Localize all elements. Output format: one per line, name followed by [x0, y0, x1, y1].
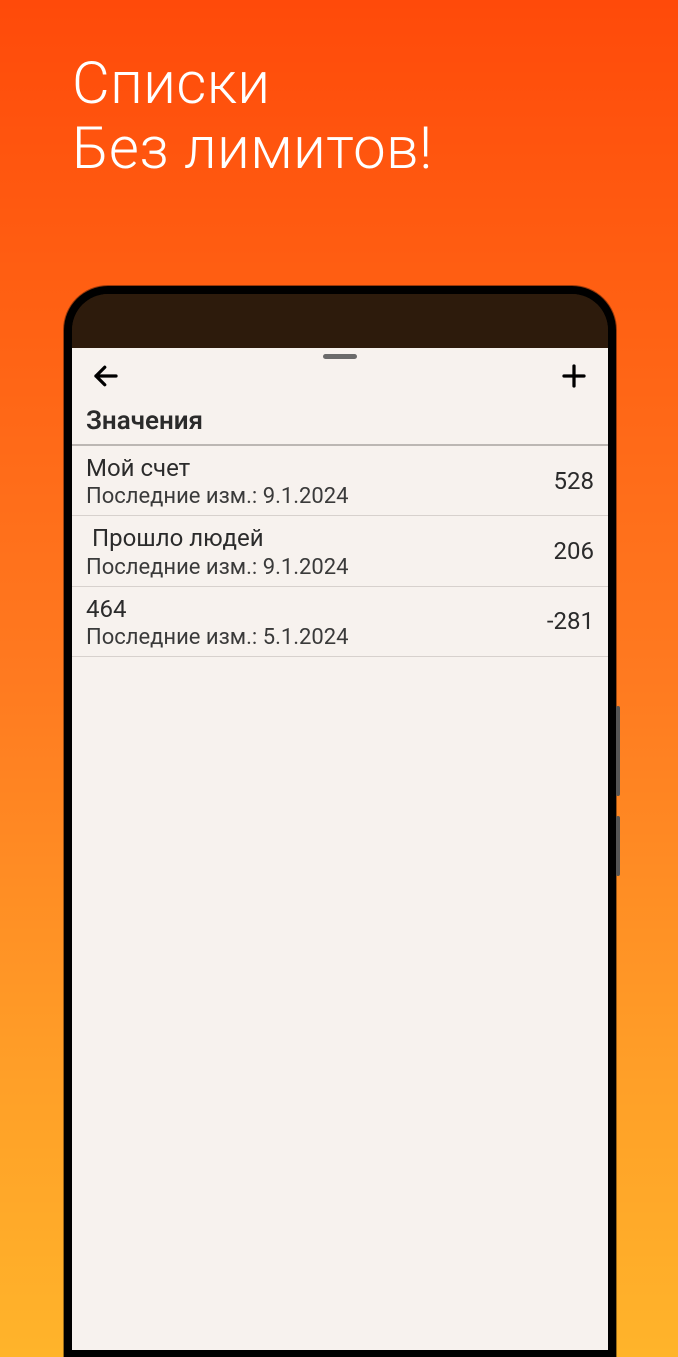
list-item[interactable]: 464Последние изм.: 5.1.2024 -281	[72, 587, 608, 657]
drag-handle[interactable]	[323, 354, 357, 359]
app-screen: Значения Мой счетПоследние изм.: 9.1.202…	[72, 348, 608, 1350]
phone-inner: Значения Мой счетПоследние изм.: 9.1.202…	[72, 294, 608, 1350]
promo-headline: Списки Без лимитов!	[72, 52, 433, 182]
list-item-title: 464	[86, 593, 349, 625]
list-item-subtitle: Последние изм.: 9.1.2024	[86, 555, 349, 580]
add-button[interactable]	[554, 356, 594, 396]
list-item-value: 528	[554, 467, 594, 495]
phone-side-button	[616, 706, 620, 796]
back-button[interactable]	[86, 356, 126, 396]
promo-line-1: Списки	[72, 52, 433, 117]
list-item[interactable]: Прошло людейПоследние изм.: 9.1.2024 206	[72, 516, 608, 586]
plus-icon	[559, 361, 589, 391]
list-item-value: -281	[547, 607, 594, 635]
arrow-left-icon	[91, 361, 121, 391]
status-bar	[72, 294, 608, 348]
phone-frame: Значения Мой счетПоследние изм.: 9.1.202…	[64, 286, 616, 1357]
list-item-left: Прошло людейПоследние изм.: 9.1.2024	[86, 522, 349, 579]
app-bar	[72, 348, 608, 404]
list-item-title: Мой счет	[86, 452, 349, 484]
list-item-left: 464Последние изм.: 5.1.2024	[86, 593, 349, 650]
promo-line-2: Без лимитов!	[72, 117, 433, 182]
section-title: Значения	[72, 404, 608, 446]
list-item-title: Прошло людей	[86, 522, 349, 554]
list-item[interactable]: Мой счетПоследние изм.: 9.1.2024 528	[72, 446, 608, 516]
list-item-value: 206	[554, 537, 594, 565]
phone-side-button	[616, 816, 620, 876]
list-item-subtitle: Последние изм.: 9.1.2024	[86, 484, 349, 509]
list-item-subtitle: Последние изм.: 5.1.2024	[86, 625, 349, 650]
list-item-left: Мой счетПоследние изм.: 9.1.2024	[86, 452, 349, 509]
value-list: Мой счетПоследние изм.: 9.1.2024528Прошл…	[72, 446, 608, 657]
